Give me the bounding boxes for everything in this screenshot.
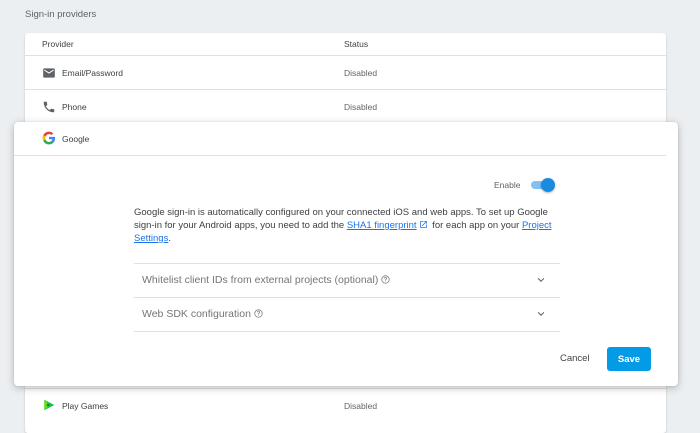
section-title: Sign-in providers — [25, 9, 97, 20]
external-link-icon — [419, 221, 427, 228]
sha1-fingerprint-link[interactable]: SHA1 fingerprint — [347, 220, 417, 231]
expander-label: Whitelist client IDs from external proje… — [142, 274, 390, 286]
expander-label-text: Web SDK configuration — [142, 308, 251, 320]
provider-status: Disabled — [344, 68, 378, 78]
expander-label: Web SDK configuration — [142, 308, 263, 320]
enable-label: Enable — [494, 180, 521, 190]
play-games-icon — [44, 399, 55, 411]
google-logo-icon — [42, 131, 56, 145]
help-icon[interactable] — [381, 275, 390, 284]
config-accordion: Whitelist client IDs from external proje… — [134, 263, 560, 332]
chevron-down-icon — [537, 277, 545, 282]
provider-name: Phone — [62, 102, 87, 112]
header-provider: Provider — [42, 39, 74, 49]
table-row[interactable]: Play Games Disabled — [25, 388, 666, 421]
email-icon — [43, 68, 55, 78]
expander-label-text: Whitelist client IDs from external proje… — [142, 274, 379, 286]
google-provider-dialog: Google Enable Google sign-in is automati… — [14, 122, 678, 386]
toggle-knob — [541, 178, 555, 192]
table-row[interactable]: Phone Disabled — [25, 90, 666, 124]
chevron-down-icon — [537, 311, 545, 316]
provider-status: Disabled — [344, 401, 378, 411]
provider-name: Email/Password — [62, 68, 123, 78]
description-part: for each app on your — [429, 220, 522, 231]
phone-icon — [43, 101, 55, 113]
cancel-button[interactable]: Cancel — [560, 353, 590, 364]
whitelist-client-ids-expander[interactable]: Whitelist client IDs from external proje… — [134, 264, 560, 298]
save-button[interactable]: Save — [607, 347, 651, 371]
table-header: Provider Status — [25, 33, 666, 56]
web-sdk-config-expander[interactable]: Web SDK configuration — [134, 298, 560, 332]
provider-status: Disabled — [344, 102, 378, 112]
provider-name: Play Games — [62, 401, 109, 411]
table-row[interactable]: Email/Password Disabled — [25, 56, 666, 90]
description-text: Google sign-in is automatically configur… — [134, 206, 564, 245]
dialog-title: Google — [62, 134, 90, 144]
dialog-header: Google — [14, 122, 666, 156]
enable-toggle[interactable] — [529, 178, 555, 192]
header-status: Status — [344, 39, 369, 49]
description-part: . — [168, 233, 171, 244]
help-icon[interactable] — [254, 309, 263, 318]
